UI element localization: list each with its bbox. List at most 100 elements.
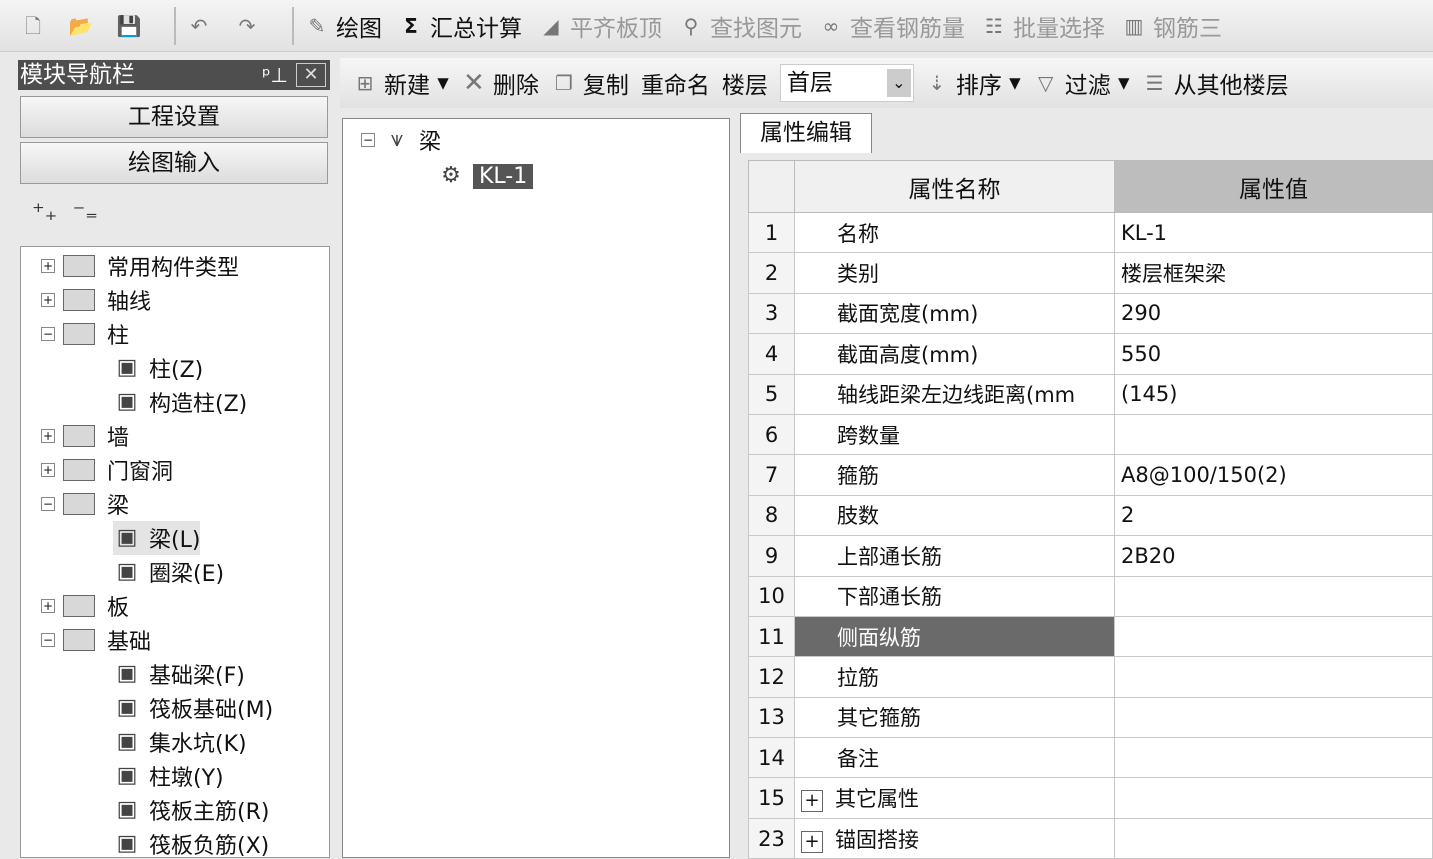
sort-button[interactable]: ⇣ 排序 ▾ [924, 66, 1020, 100]
property-value[interactable] [1114, 615, 1433, 658]
toolbar-binoculars-button[interactable]: ⚲ 查找图元 [678, 9, 802, 43]
nav-tree-item[interactable]: ▣ 集水坑(K) [113, 725, 247, 759]
toolbar-rebar-button[interactable]: ▥ 钢筋三 [1121, 9, 1222, 43]
property-value[interactable] [1114, 777, 1433, 819]
property-value[interactable] [1114, 413, 1433, 456]
collapse-all-icon[interactable]: ⁻₌ [73, 198, 98, 226]
property-value[interactable]: KL-1 [1114, 211, 1433, 254]
property-value[interactable] [1114, 656, 1433, 698]
property-value[interactable] [1114, 575, 1433, 617]
toolbar-save-button[interactable]: 💾 [116, 13, 148, 39]
nav-tree-item[interactable]: ▣ 筏板负筋(X) [113, 827, 270, 857]
row-number: 8 [748, 494, 795, 537]
rename-button[interactable]: 重命名 [641, 66, 710, 100]
nav-tree-item[interactable]: + 轴线 [41, 283, 151, 317]
filter-button[interactable]: ▽ 过滤 ▾ [1033, 66, 1130, 100]
nav-tree-item[interactable]: ▣ 基础梁(F) [113, 657, 245, 691]
tab-property-editor[interactable]: 属性编辑 [740, 113, 872, 153]
toolbar-sigma-button[interactable]: Σ 汇总计算 [398, 9, 522, 43]
property-value[interactable] [1114, 696, 1433, 739]
property-row[interactable]: 14 备注 [748, 737, 1433, 779]
nav-tree-item[interactable]: − 柱 [41, 317, 129, 351]
nav-tree-item[interactable]: ▣ 构造柱(Z) [113, 385, 248, 419]
collapse-toggle[interactable]: − [361, 133, 375, 147]
column-icon: ▣ [116, 355, 138, 380]
property-value[interactable]: 290 [1114, 292, 1433, 335]
row-number: 9 [748, 535, 795, 577]
tree-node-kl1[interactable]: ⚙ KL-1 [437, 159, 534, 193]
property-row[interactable]: 2 类别 楼层框架梁 [748, 252, 1433, 294]
expand-all-icon[interactable]: ⁺₊ [32, 198, 57, 226]
nav-tree-item[interactable]: − 梁 [41, 487, 129, 521]
delete-button[interactable]: ✕ 删除 [461, 66, 539, 100]
property-row[interactable]: 6 跨数量 [748, 413, 1433, 456]
nav-tree-item[interactable]: − 基础 [41, 623, 151, 657]
row-number: 15 [748, 777, 795, 819]
toolbar-open-folder-button[interactable]: 📂 [68, 13, 100, 39]
new-button[interactable]: ⊞ 新建 ▾ [352, 66, 449, 100]
collapse-icon[interactable]: − [41, 327, 55, 341]
nav-tree-item[interactable]: + 板 [41, 589, 129, 623]
delete-icon: ✕ [462, 68, 485, 98]
expand-icon[interactable]: + [41, 463, 55, 477]
property-value[interactable]: 楼层框架梁 [1114, 252, 1433, 294]
property-value[interactable]: 550 [1114, 333, 1433, 375]
chevron-down-icon[interactable]: ⌄ [886, 69, 911, 97]
property-value[interactable] [1114, 737, 1433, 779]
property-row[interactable]: 15 + 其它属性 [748, 777, 1433, 819]
nav-tree-item[interactable]: ▣ 筏板基础(M) [113, 691, 274, 725]
property-row[interactable]: 11 侧面纵筋 [748, 615, 1433, 658]
property-row[interactable]: 23 + 锚固搭接 [748, 817, 1433, 859]
property-value[interactable]: A8@100/150(2) [1114, 454, 1433, 496]
property-value[interactable]: 2 [1114, 494, 1433, 537]
raft-icon: ▣ [116, 695, 138, 720]
expand-icon[interactable]: + [41, 293, 55, 307]
property-row[interactable]: 3 截面宽度(mm) 290 [748, 292, 1433, 335]
expand-icon[interactable]: + [801, 790, 823, 813]
toolbar-align-button[interactable]: ◢ 平齐板顶 [538, 9, 662, 43]
toolbar-batch-select-button[interactable]: ☷ 批量选择 [981, 9, 1105, 43]
property-row[interactable]: 8 肢数 2 [748, 494, 1433, 537]
property-row[interactable]: 12 拉筋 [748, 656, 1433, 698]
drawing-input-button[interactable]: 绘图输入 [20, 142, 328, 184]
toolbar-draw-button[interactable]: ✎ 绘图 [304, 9, 382, 43]
property-value[interactable]: (145) [1114, 373, 1433, 415]
tree-node-beam[interactable]: − ⩛ 梁 [361, 123, 441, 157]
property-row[interactable]: 5 轴线距梁左边线距离(mm (145) [748, 373, 1433, 415]
copy-button[interactable]: ❐ 复制 [551, 66, 629, 100]
toolbar-redo-button[interactable]: ↷ [234, 13, 266, 39]
copy-from-floor-button[interactable]: ☰ 从其他楼层 [1142, 66, 1289, 100]
toolbar-new-file-button[interactable]: 🗋 [20, 13, 52, 39]
collapse-icon[interactable]: − [41, 497, 55, 511]
floor-select[interactable]: 首层 ⌄ [779, 64, 914, 102]
nav-tree-item[interactable]: + 墙 [41, 419, 129, 453]
expand-icon[interactable]: + [41, 429, 55, 443]
nav-tree-item[interactable]: ▣ 柱(Z) [113, 351, 204, 385]
property-row[interactable]: 1 名称 KL-1 [748, 211, 1433, 254]
property-row[interactable]: 13 其它箍筋 [748, 696, 1433, 739]
property-value[interactable] [1114, 817, 1433, 859]
property-value[interactable]: 2B20 [1114, 535, 1433, 577]
nav-tree-item[interactable]: ▣ 柱墩(Y) [113, 759, 224, 793]
nav-tree-item[interactable]: ▣ 筏板主筋(R) [113, 793, 270, 827]
property-row[interactable]: 7 箍筋 A8@100/150(2) [748, 454, 1433, 496]
property-row[interactable]: 9 上部通长筋 2B20 [748, 535, 1433, 577]
nav-tree-item[interactable]: ▣ 圈梁(E) [113, 555, 224, 589]
collapse-icon[interactable]: − [41, 633, 55, 647]
nav-tree-item[interactable]: ▣ 梁(L) [113, 521, 201, 555]
property-name: 截面宽度(mm) [794, 292, 1115, 335]
property-row[interactable]: 10 下部通长筋 [748, 575, 1433, 617]
toolbar-undo-button[interactable]: ↶ [186, 13, 218, 39]
expand-icon[interactable]: + [41, 599, 55, 613]
nav-tree-item[interactable]: + 门窗洞 [41, 453, 173, 487]
pin-icon[interactable]: ᵖ⊥ [262, 60, 288, 90]
nav-tree-item[interactable]: + 常用构件类型 [41, 249, 239, 283]
row-number: 2 [748, 252, 795, 294]
expand-icon[interactable]: + [801, 830, 823, 853]
project-settings-button[interactable]: 工程设置 [20, 96, 328, 138]
property-row[interactable]: 4 截面高度(mm) 550 [748, 333, 1433, 375]
expand-icon[interactable]: + [41, 259, 55, 273]
toolbar-glasses-button[interactable]: ∞ 查看钢筋量 [818, 9, 965, 43]
property-name: 下部通长筋 [794, 575, 1115, 617]
close-icon[interactable]: ✕ [296, 63, 326, 87]
